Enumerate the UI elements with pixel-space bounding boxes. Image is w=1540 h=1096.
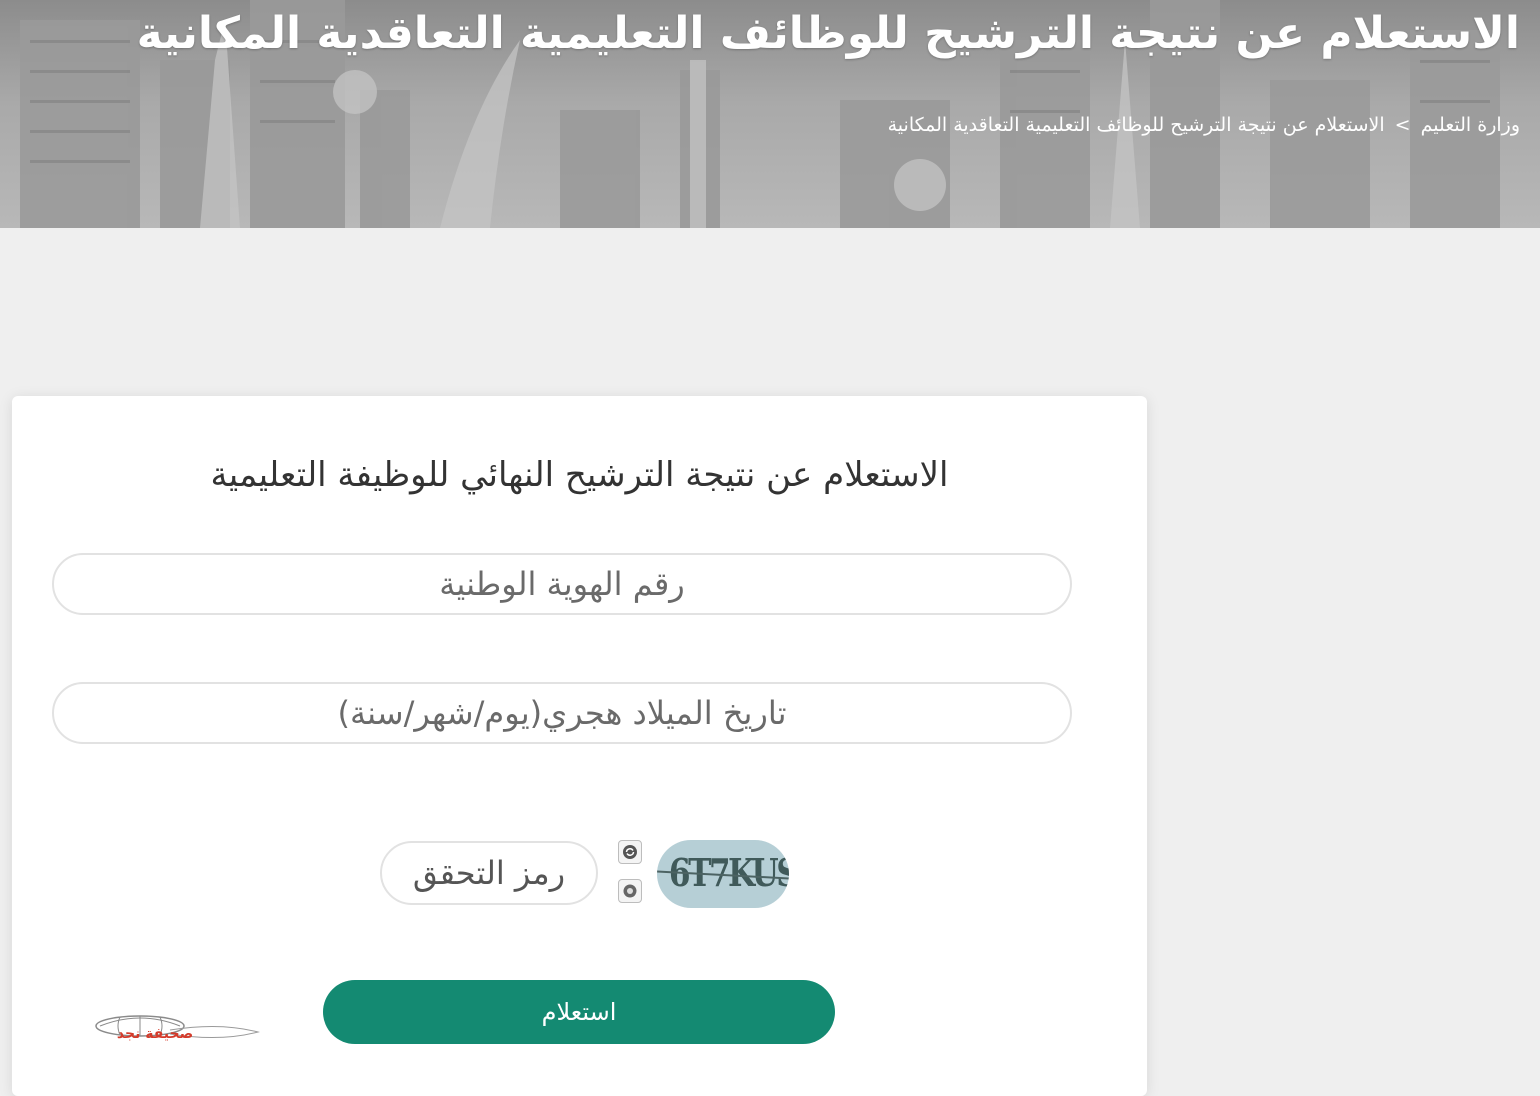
refresh-icon <box>623 845 637 859</box>
birth-date-input[interactable] <box>52 682 1072 744</box>
page-title: الاستعلام عن نتيجة الترشيح للوظائف التعل… <box>136 8 1520 59</box>
captcha-audio-button[interactable] <box>618 879 642 903</box>
breadcrumb-separator: > <box>1394 114 1411 136</box>
breadcrumb: وزارة التعليم > الاستعلام عن نتيجة الترشيح… <box>888 114 1520 136</box>
captcha-refresh-button[interactable] <box>618 840 642 864</box>
watermark-text: صحيفة نجد <box>116 1026 194 1042</box>
header-banner: الاستعلام عن نتيجة الترشيح للوظائف التعل… <box>0 0 1540 228</box>
captcha-input[interactable] <box>380 841 598 905</box>
national-id-input[interactable] <box>52 553 1072 615</box>
captcha-image: 6T7KUSV <box>657 840 789 908</box>
inquiry-submit-button[interactable]: استعلام <box>323 980 835 1044</box>
breadcrumb-current: الاستعلام عن نتيجة الترشيح للوظائف التعل… <box>887 114 1385 136</box>
breadcrumb-home[interactable]: وزارة التعليم <box>1421 114 1520 136</box>
audio-icon <box>623 884 637 898</box>
form-title: الاستعلام عن نتيجة الترشيح النهائي للوظي… <box>210 455 949 495</box>
